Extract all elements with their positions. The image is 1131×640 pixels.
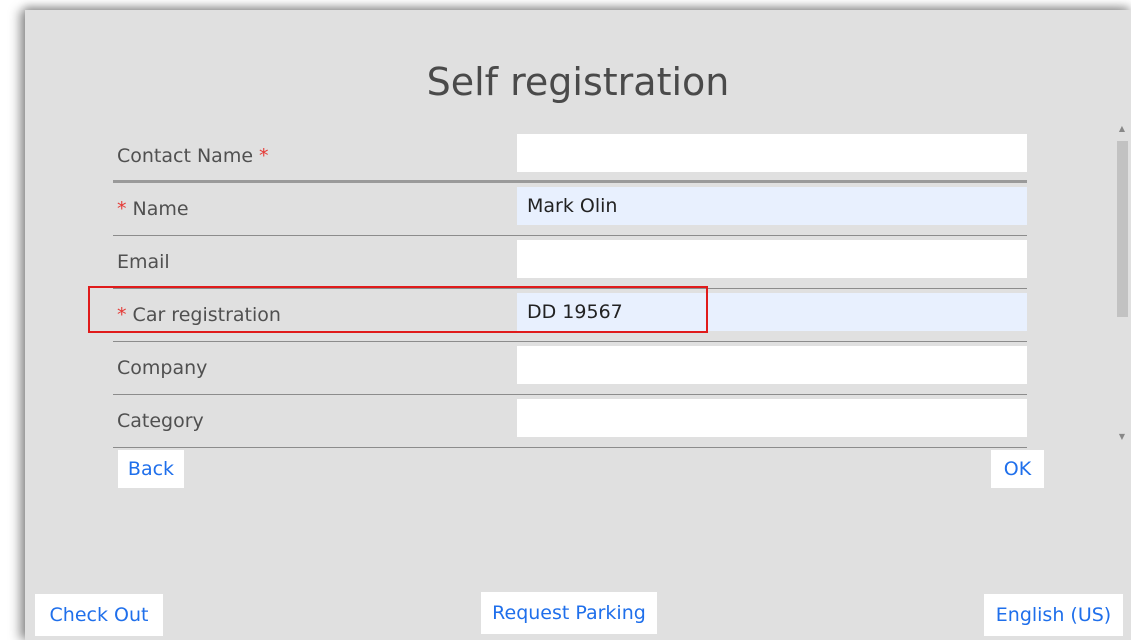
request-parking-button[interactable]: Request Parking bbox=[481, 592, 657, 634]
field-label: Email bbox=[117, 251, 170, 273]
scroll-up-arrow-icon[interactable]: ▲ bbox=[1117, 123, 1127, 135]
company-input[interactable] bbox=[517, 346, 1027, 384]
field-label: * Name bbox=[117, 198, 189, 220]
required-marker: * bbox=[253, 145, 269, 167]
row-divider bbox=[113, 447, 1027, 448]
form-row-car-registration: * Car registration bbox=[113, 289, 1027, 342]
back-button[interactable]: Back bbox=[118, 450, 184, 488]
form-row-category: Category bbox=[113, 395, 1027, 448]
form-row-name: * Name bbox=[113, 183, 1027, 236]
scroll-down-arrow-icon[interactable]: ▼ bbox=[1117, 431, 1127, 443]
field-label: Category bbox=[117, 410, 204, 432]
scroll-thumb[interactable] bbox=[1117, 141, 1128, 317]
form-row-company: Company bbox=[113, 342, 1027, 395]
form-row-contact-name: Contact Name * bbox=[113, 130, 1027, 183]
required-marker: * bbox=[117, 198, 133, 220]
form-row-email: Email bbox=[113, 236, 1027, 289]
field-label: * Car registration bbox=[117, 304, 281, 326]
check-out-button[interactable]: Check Out bbox=[35, 594, 163, 636]
language-button[interactable]: English (US) bbox=[984, 594, 1123, 636]
category-input[interactable] bbox=[517, 399, 1027, 437]
registration-window: Self registration Contact Name * * Name … bbox=[25, 10, 1131, 640]
required-marker: * bbox=[117, 304, 133, 326]
email-input[interactable] bbox=[517, 240, 1027, 278]
car-registration-input[interactable] bbox=[517, 293, 1027, 331]
contact-name-input[interactable] bbox=[517, 134, 1027, 172]
vertical-scrollbar[interactable]: ▲ ▼ bbox=[1115, 123, 1129, 443]
page-title: Self registration bbox=[426, 60, 730, 104]
field-label: Company bbox=[117, 357, 208, 379]
field-label: Contact Name * bbox=[117, 145, 269, 167]
ok-button[interactable]: OK bbox=[991, 450, 1044, 488]
name-input[interactable] bbox=[517, 187, 1027, 225]
